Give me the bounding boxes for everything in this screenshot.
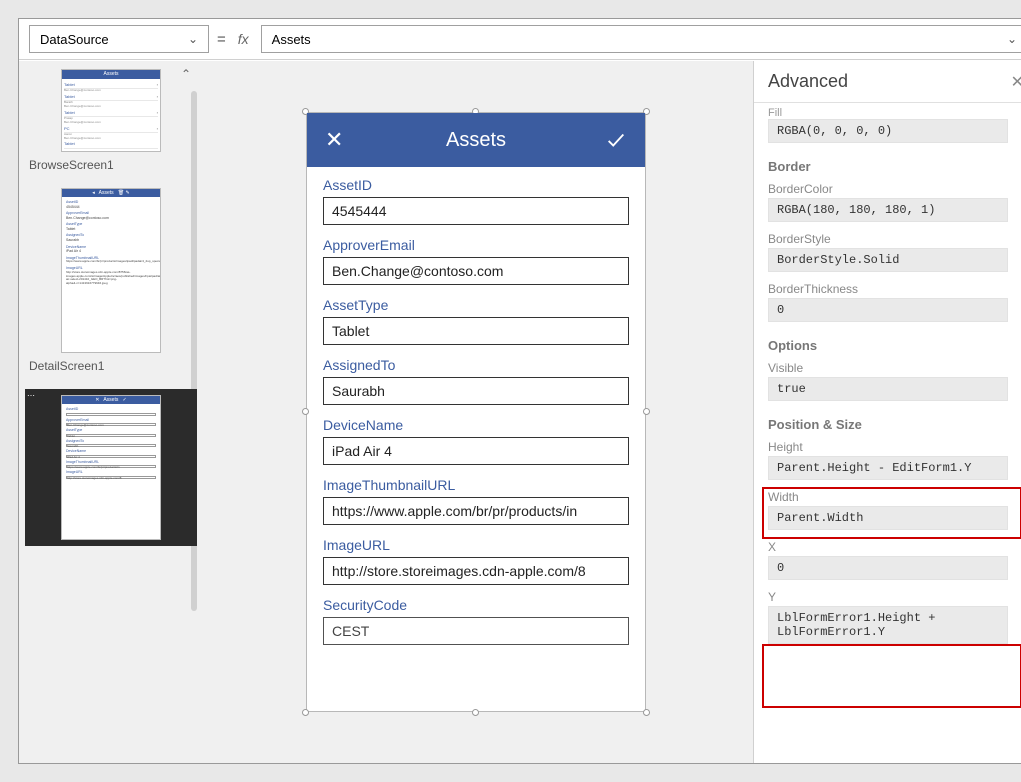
prop-value[interactable]: RGBA(0, 0, 0, 0)	[768, 119, 1008, 143]
prop-label: BorderColor	[768, 182, 1021, 196]
prop-value[interactable]: Parent.Width	[768, 506, 1008, 530]
check-icon[interactable]	[605, 129, 627, 151]
prop-fill: Fill RGBA(0, 0, 0, 0)	[768, 107, 1021, 143]
prop-label: Fill	[768, 107, 1021, 119]
prop-value[interactable]: true	[768, 377, 1008, 401]
prop-width: Width Parent.Width	[768, 490, 1021, 530]
close-icon[interactable]: ✕	[325, 127, 343, 153]
panel-title: Advanced	[768, 71, 848, 92]
field-input[interactable]: Tablet	[323, 317, 629, 345]
prop-label: BorderStyle	[768, 232, 1021, 246]
field-label: ImageURL	[323, 537, 629, 553]
prop-bordercolor: BorderColor RGBA(180, 180, 180, 1)	[768, 182, 1021, 222]
field-input[interactable]: 4545444	[323, 197, 629, 225]
fx-icon: fx	[234, 31, 253, 47]
prop-x: X 0	[768, 540, 1021, 580]
prop-label: BorderThickness	[768, 282, 1021, 296]
phone-header: ✕ Assets	[307, 113, 645, 167]
prop-value[interactable]: 0	[768, 556, 1008, 580]
prop-label: Width	[768, 490, 1021, 504]
formula-bar: DataSource ⌄ = fx Assets ⌄	[19, 19, 1021, 60]
prop-value[interactable]: Parent.Height - EditForm1.Y	[768, 456, 1008, 480]
form-field-approveremail: ApproverEmail Ben.Change@contoso.com	[323, 237, 629, 285]
close-icon[interactable]: ✕	[1011, 72, 1021, 92]
form-field-imageurl: ImageURL http://store.storeimages.cdn-ap…	[323, 537, 629, 585]
prop-visible: Visible true	[768, 361, 1021, 401]
prop-label: Visible	[768, 361, 1021, 375]
form-field-assettype: AssetType Tablet	[323, 297, 629, 345]
highlight-box	[762, 644, 1021, 708]
form-body: AssetID 4545444 ApproverEmail Ben.Change…	[307, 167, 645, 711]
prop-value[interactable]: LblFormError1.Height + LblFormError1.Y	[768, 606, 1008, 644]
equals-sign: =	[217, 31, 226, 48]
prop-value[interactable]: 0	[768, 298, 1008, 322]
thumbnail-header: Assets	[62, 70, 160, 79]
prop-label: X	[768, 540, 1021, 554]
prop-borderstyle: BorderStyle BorderStyle.Solid	[768, 232, 1021, 272]
prop-value[interactable]: BorderStyle.Solid	[768, 248, 1008, 272]
thumbnail-label: BrowseScreen1	[29, 158, 193, 172]
field-label: AssignedTo	[323, 357, 629, 373]
form-field-assignedto: AssignedTo Saurabh	[323, 357, 629, 405]
thumbnail-browse-screen[interactable]: Assets Tablet› Ben.Change@contoso.com Ta…	[29, 69, 193, 172]
property-dropdown[interactable]: DataSource ⌄	[29, 25, 209, 53]
canvas-area: ✕ Assets AssetID 4545444 ApproverEmail B…	[199, 61, 753, 763]
app-window: DataSource ⌄ = fx Assets ⌄ ⌃ Assets Tabl…	[18, 18, 1021, 764]
field-label: AssetID	[323, 177, 629, 193]
phone-title: Assets	[446, 129, 506, 152]
field-label: ApproverEmail	[323, 237, 629, 253]
prop-label: Height	[768, 440, 1021, 454]
properties-body: Fill RGBA(0, 0, 0, 0) Border BorderColor…	[754, 103, 1021, 763]
tree-panel: ⌃ Assets Tablet› Ben.Change@contoso.com …	[19, 61, 199, 763]
field-label: DeviceName	[323, 417, 629, 433]
formula-input[interactable]: Assets ⌄	[261, 25, 1021, 53]
field-input[interactable]: https://www.apple.com/br/pr/products/in	[323, 497, 629, 525]
prop-borderthickness: BorderThickness 0	[768, 282, 1021, 322]
prop-value[interactable]: RGBA(180, 180, 180, 1)	[768, 198, 1008, 222]
chevron-down-icon: ⌄	[1007, 32, 1017, 46]
property-dropdown-value: DataSource	[40, 32, 109, 47]
thumbnail-header: ✕ Assets ✓	[62, 396, 160, 405]
field-input[interactable]: iPad Air 4	[323, 437, 629, 465]
field-label: ImageThumbnailURL	[323, 477, 629, 493]
form-field-securitycode: SecurityCode CEST	[323, 597, 629, 645]
form-field-devicename: DeviceName iPad Air 4	[323, 417, 629, 465]
field-input[interactable]: http://store.storeimages.cdn-apple.com/8	[323, 557, 629, 585]
form-field-assetid: AssetID 4545444	[323, 177, 629, 225]
thumbnail-label: DetailScreen1	[29, 359, 193, 373]
prop-height: Height Parent.Height - EditForm1.Y	[768, 440, 1021, 480]
section-border: Border	[768, 159, 1021, 174]
prop-label: Y	[768, 590, 1021, 604]
field-input[interactable]: Saurabh	[323, 377, 629, 405]
phone-preview[interactable]: ✕ Assets AssetID 4545444 ApproverEmail B…	[306, 112, 646, 712]
section-options: Options	[768, 338, 1021, 353]
thumbnail-header: ◂ Assets 🗑 ✎	[62, 189, 160, 198]
chevron-down-icon: ⌄	[188, 32, 198, 46]
properties-header: Advanced ✕	[754, 61, 1021, 103]
form-field-imagethumbnailurl: ImageThumbnailURL https://www.apple.com/…	[323, 477, 629, 525]
prop-y: Y LblFormError1.Height + LblFormError1.Y	[768, 590, 1021, 644]
main-area: ⌃ Assets Tablet› Ben.Change@contoso.com …	[19, 61, 1021, 763]
properties-panel: Advanced ✕ Fill RGBA(0, 0, 0, 0) Border …	[753, 61, 1021, 763]
section-position-size: Position & Size	[768, 417, 1021, 432]
thumbnail-detail-screen[interactable]: ◂ Assets 🗑 ✎ AssetID4545444 ApproverEmai…	[29, 188, 193, 373]
field-input[interactable]: CEST	[323, 617, 629, 645]
field-input[interactable]: Ben.Change@contoso.com	[323, 257, 629, 285]
thumbnail-edit-screen[interactable]: ✕ Assets ✓ AssetID ApproverEmailBen.Chan…	[25, 389, 197, 546]
scroll-up-icon[interactable]: ⌃	[181, 67, 191, 81]
field-label: AssetType	[323, 297, 629, 313]
field-label: SecurityCode	[323, 597, 629, 613]
formula-value: Assets	[272, 32, 311, 47]
